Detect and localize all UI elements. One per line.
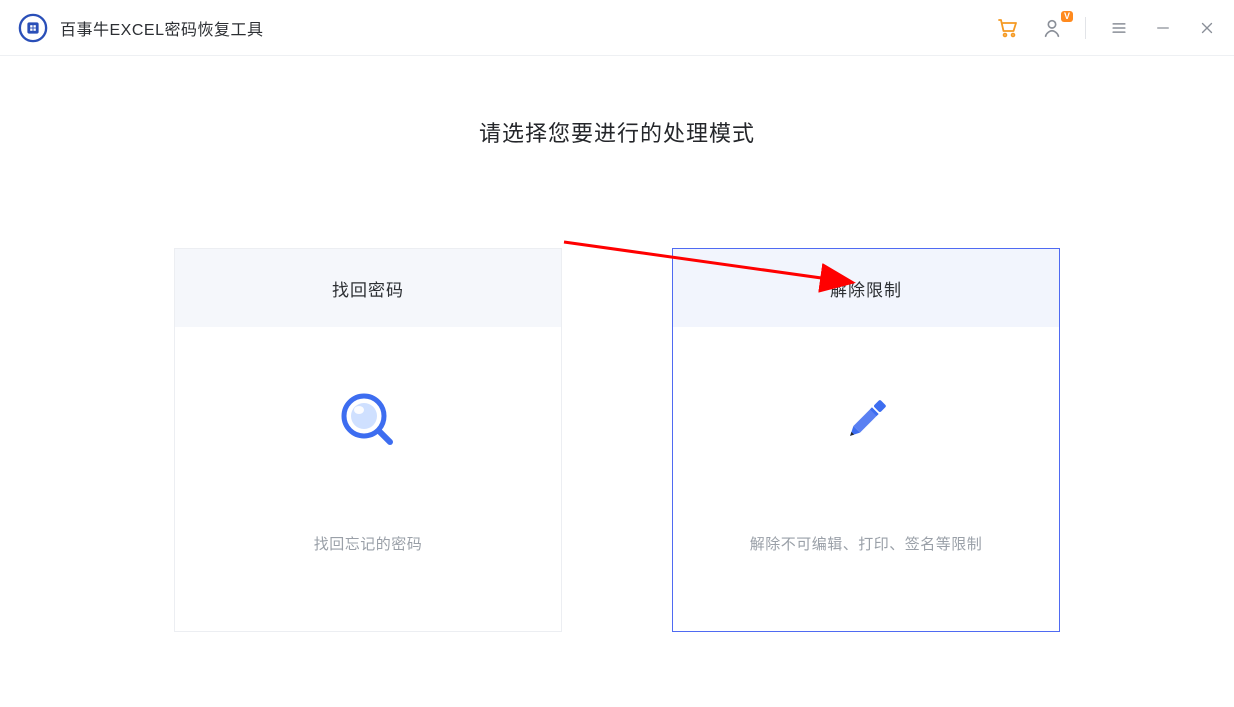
account-icon[interactable]: V — [1039, 15, 1065, 41]
titlebar-divider — [1085, 17, 1086, 39]
close-button[interactable] — [1194, 15, 1220, 41]
card-recover-body: 找回忘记的密码 — [175, 327, 561, 631]
card-unlock-body: 解除不可编辑、打印、签名等限制 — [673, 327, 1059, 631]
card-remove-restrictions[interactable]: 解除限制 解除不可编辑、打印、签名等限制 — [672, 248, 1060, 632]
titlebar: 百事牛EXCEL密码恢复工具 V — [0, 0, 1234, 56]
app-logo — [18, 13, 48, 43]
titlebar-right: V — [995, 15, 1220, 41]
pencil-icon — [833, 387, 899, 453]
minimize-button[interactable] — [1150, 15, 1176, 41]
magnifier-icon — [335, 387, 401, 453]
menu-icon[interactable] — [1106, 15, 1132, 41]
card-recover-desc: 找回忘记的密码 — [314, 533, 423, 554]
card-unlock-title: 解除限制 — [673, 249, 1059, 327]
card-recover-title: 找回密码 — [175, 249, 561, 327]
mode-cards: 找回密码 找回忘记的密码 解除限制 — [0, 248, 1234, 632]
vip-badge: V — [1061, 11, 1073, 22]
titlebar-left: 百事牛EXCEL密码恢复工具 — [18, 13, 263, 43]
app-title: 百事牛EXCEL密码恢复工具 — [60, 16, 263, 40]
card-recover-password[interactable]: 找回密码 找回忘记的密码 — [174, 248, 562, 632]
main-content: 请选择您要进行的处理模式 找回密码 找回忘记的密码 解除限制 — [0, 56, 1234, 632]
cart-icon[interactable] — [995, 15, 1021, 41]
page-title: 请选择您要进行的处理模式 — [0, 116, 1234, 148]
card-unlock-desc: 解除不可编辑、打印、签名等限制 — [750, 533, 983, 554]
